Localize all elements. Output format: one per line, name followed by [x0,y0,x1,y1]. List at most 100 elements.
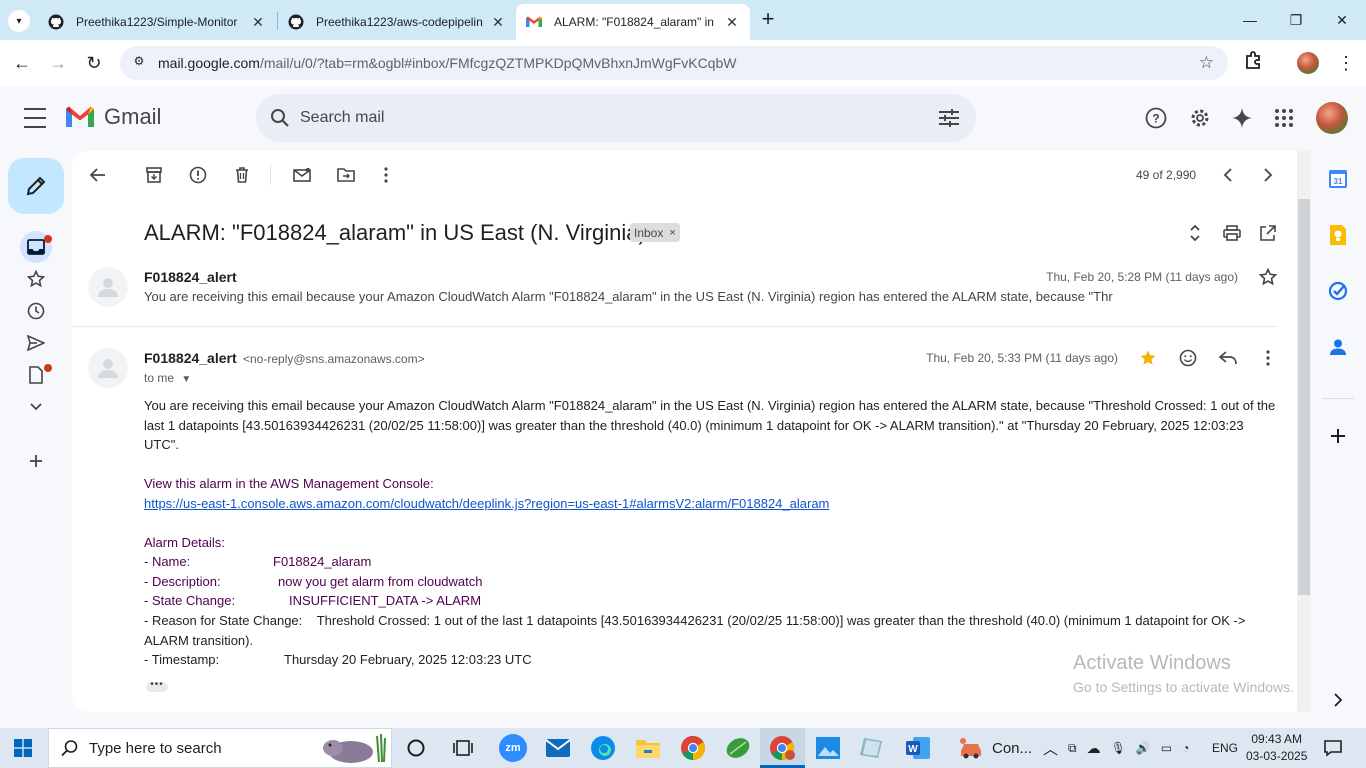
remove-label-icon[interactable]: × [669,227,675,239]
browser-menu-icon[interactable]: ⋮ [1334,51,1358,75]
new-tab-button[interactable]: + [758,8,778,32]
more-options-icon[interactable] [374,165,398,185]
gmail-logo[interactable]: Gmail [64,104,161,130]
mail-app-icon[interactable] [544,734,572,762]
get-addons-icon[interactable] [1326,424,1350,448]
google-apps-icon[interactable] [1272,106,1296,130]
recipient-details[interactable]: to me ▼ [144,371,191,385]
message2-sender[interactable]: F018824_alert [144,350,237,366]
nav-starred[interactable] [22,265,50,293]
word-app-icon[interactable]: W [904,734,932,762]
show-trimmed-content-button[interactable]: ••• [146,680,168,692]
reply-icon[interactable] [1216,348,1240,368]
edge-browser-icon[interactable] [589,734,617,762]
scrollbar-thumb[interactable] [1298,199,1310,595]
newer-message-icon[interactable] [1216,165,1240,185]
svg-text:31: 31 [1334,177,1343,186]
wifi-icon[interactable]: ◔ [1182,741,1189,755]
search-input[interactable] [300,109,900,127]
file-explorer-icon[interactable] [634,734,662,762]
message1-sender[interactable]: F018824_alert [144,269,237,285]
move-to-icon[interactable] [334,165,358,185]
taskbar-search-box[interactable]: Type here to search [48,728,392,768]
compose-button[interactable] [8,158,64,214]
google-keep-icon[interactable] [1326,223,1350,247]
star-filled-icon[interactable] [1136,348,1160,368]
delete-trash-icon[interactable] [230,165,254,185]
close-icon[interactable]: ✕ [250,14,266,31]
message1-snippet[interactable]: You are receiving this email because you… [144,289,1124,304]
nav-sent[interactable] [22,329,50,357]
search-icon[interactable] [270,108,290,128]
expand-all-icon[interactable] [1183,223,1207,243]
browser-tab-2[interactable]: Preethika1223/aws-codepipelin ✕ [278,4,516,40]
profile-avatar[interactable] [1297,52,1319,74]
chrome-profile-icon[interactable] [768,734,796,762]
volume-icon[interactable]: 🔊 [1136,741,1151,755]
zoom-app-icon[interactable]: zm [499,734,527,762]
close-icon[interactable]: ✕ [724,14,740,31]
github-icon [48,14,64,30]
back-to-inbox-icon[interactable] [86,165,110,185]
input-language[interactable]: ENG [1212,728,1238,768]
browser-tab-1[interactable]: Preethika1223/Simple-Monitor ✕ [38,4,276,40]
settings-gear-icon[interactable] [1188,106,1212,130]
minimize-button[interactable]: — [1240,8,1260,32]
extensions-icon[interactable] [1242,50,1266,74]
document-app-icon[interactable] [859,734,887,762]
message-divider [72,326,1278,327]
back-button[interactable]: ← [10,51,34,75]
mark-unread-icon[interactable] [290,165,314,185]
google-contacts-icon[interactable] [1326,335,1350,359]
nav-snoozed[interactable] [22,297,50,325]
task-view-icon[interactable] [453,738,473,761]
archive-icon[interactable] [142,165,166,185]
microphone-icon[interactable]: 🎙 [1111,741,1126,755]
help-icon[interactable]: ? [1144,106,1168,130]
sender-avatar[interactable] [88,267,128,307]
sender-avatar[interactable] [88,348,128,388]
google-tasks-icon[interactable] [1326,279,1350,303]
bookmark-star-icon[interactable]: ☆ [1199,53,1214,73]
show-hidden-icons-chevron[interactable]: ︿ [1043,728,1058,768]
battery-icon[interactable]: ▭ [1161,741,1172,755]
create-label-button[interactable] [22,447,50,475]
emoji-reaction-icon[interactable] [1176,348,1200,368]
print-icon[interactable] [1220,223,1244,243]
reload-button[interactable]: ↻ [82,51,106,75]
taskbar-clock[interactable]: 09:43 AM 03-03-2025 [1246,731,1307,765]
search-options-icon[interactable] [938,108,960,128]
browser-tab-3-active[interactable]: ALARM: "F018824_alaram" in U ✕ [516,4,750,40]
account-avatar[interactable] [1316,102,1348,134]
show-side-panel-icon[interactable] [1326,688,1350,712]
console-link[interactable]: https://us-east-1.console.aws.amazon.com… [144,494,829,514]
photos-app-icon[interactable] [814,734,842,762]
open-new-window-icon[interactable] [1256,223,1280,243]
close-icon[interactable]: ✕ [490,14,506,31]
alarm-details-heading: Alarm Details: [144,535,225,550]
onedrive-cloud-icon[interactable]: ☁ [1087,740,1101,757]
close-window-button[interactable]: ✕ [1332,8,1352,32]
tab-search-button[interactable]: ▾ [8,10,30,32]
taskbar-notification-app[interactable]: Con... [958,728,1032,768]
restore-button[interactable]: ❐ [1286,8,1306,32]
notification-center-icon[interactable] [1324,728,1342,768]
caret-down-icon[interactable]: ▼ [181,374,191,385]
google-calendar-icon[interactable]: 31 [1326,167,1350,191]
main-menu-icon[interactable] [24,108,46,128]
gemini-sparkle-icon[interactable] [1230,106,1254,130]
meet-now-icon[interactable]: ⧉ [1068,741,1077,756]
search-bar[interactable] [256,94,976,142]
forward-button[interactable]: → [46,51,70,75]
windows-start-icon[interactable] [14,739,32,760]
address-bar[interactable]: ⚙ mail.google.com/mail/u/0/?tab=rm&ogbl#… [120,46,1228,80]
site-info-icon[interactable]: ⚙ [130,54,148,72]
message-more-icon[interactable] [1256,348,1280,368]
nav-more[interactable] [22,393,50,421]
older-message-icon[interactable] [1256,165,1280,185]
chrome-icon[interactable] [679,734,707,762]
cortana-circle-icon[interactable] [406,738,426,761]
report-spam-icon[interactable] [186,165,210,185]
green-leaf-app-icon[interactable] [724,734,752,762]
star-outline-icon[interactable] [1256,267,1280,287]
